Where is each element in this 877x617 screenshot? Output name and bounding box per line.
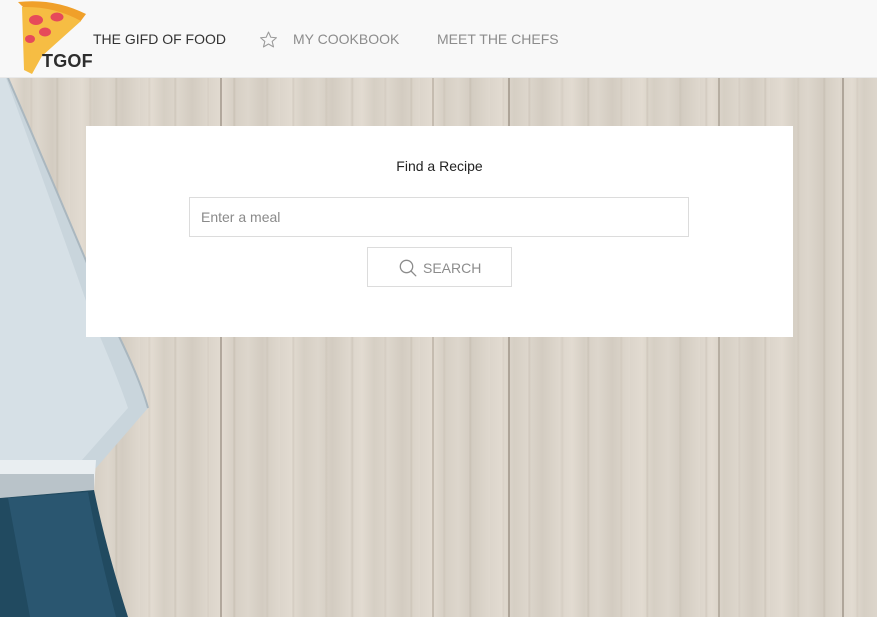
top-navbar: TGOF THE GIFD OF FOOD MY COOKBOOK MEET T… xyxy=(0,0,877,78)
wood-plank-seam xyxy=(842,78,844,617)
search-icon xyxy=(399,259,417,277)
nav-meet-the-chefs[interactable]: MEET THE CHEFS xyxy=(437,31,559,47)
recipe-search-card: Find a Recipe SEARCH xyxy=(86,126,793,337)
star-icon[interactable] xyxy=(258,30,279,50)
search-button-label: SEARCH xyxy=(423,260,482,276)
card-title: Find a Recipe xyxy=(396,158,483,174)
logo[interactable]: TGOF xyxy=(14,0,93,74)
nav-my-cookbook[interactable]: MY COOKBOOK xyxy=(293,31,399,47)
logo-text: TGOF xyxy=(42,51,93,71)
brand-link[interactable]: THE GIFD OF FOOD xyxy=(93,31,226,47)
meal-search-input[interactable] xyxy=(189,197,689,237)
search-button[interactable]: SEARCH xyxy=(367,247,512,287)
